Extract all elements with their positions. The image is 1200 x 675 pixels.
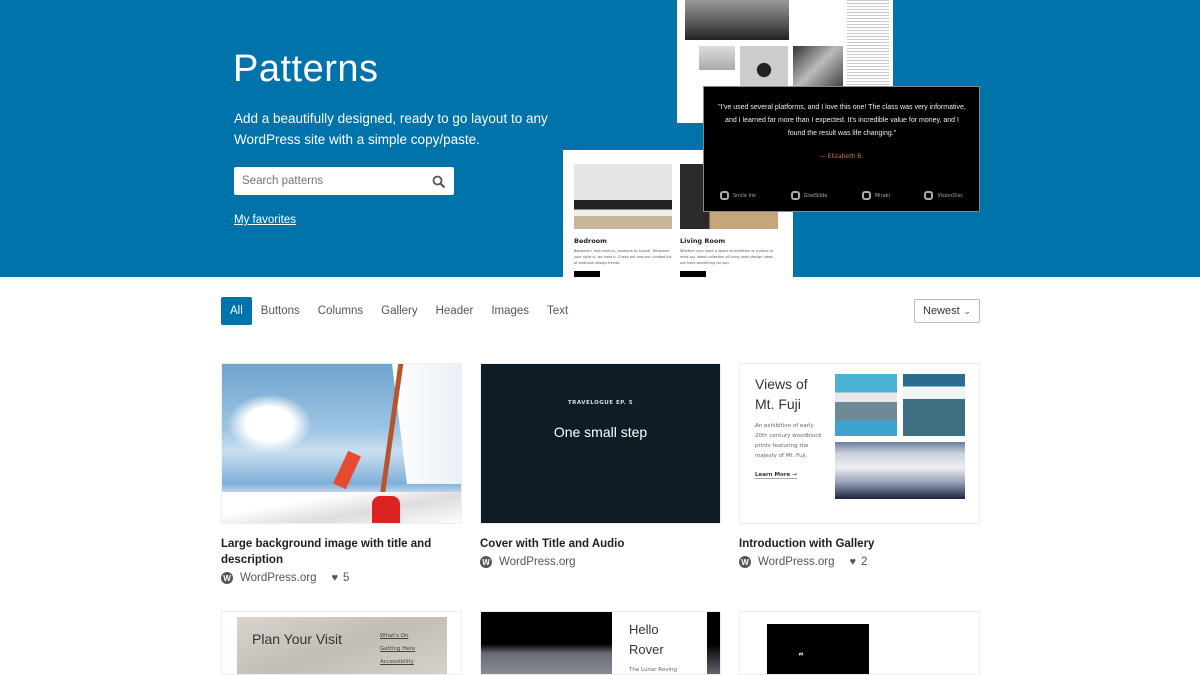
pattern-thumbnail[interactable]: Plan Your Visit What's On Getting Here A… (221, 611, 462, 675)
chevron-down-icon: ⌄ (963, 305, 971, 316)
hero-description: Add a beautifully designed, ready to go … (234, 111, 548, 147)
fuji-print-image (903, 374, 965, 436)
wordpress-icon: W (739, 556, 751, 568)
logo-icon (861, 191, 871, 200)
pattern-thumbnail[interactable] (221, 363, 462, 524)
pattern-thumbnail[interactable]: TRAVELOGUE EP. 5 One small step (480, 363, 721, 524)
cover-eyebrow: TRAVELOGUE EP. 5 (567, 400, 634, 406)
filter-header[interactable]: Header (427, 297, 483, 325)
pattern-card[interactable]: Hello Rover The Lunar Roving (480, 611, 721, 675)
pattern-title[interactable]: Introduction with Gallery (739, 536, 980, 552)
sort-selected-value: Newest (923, 305, 960, 317)
like-count: 2 (861, 556, 868, 568)
pattern-title[interactable]: Cover with Title and Audio (480, 536, 721, 552)
my-favorites-link[interactable]: My favorites (234, 214, 296, 226)
room-description: Whether your want a space to entertain o… (680, 249, 774, 265)
filter-text[interactable]: Text (538, 297, 577, 325)
visit-link: Accessibility (380, 659, 414, 665)
filter-images[interactable]: Images (482, 297, 538, 325)
pattern-author: WordPress.org (499, 556, 576, 568)
wordpress-icon: W (221, 572, 233, 584)
visit-link: What's On (380, 633, 409, 639)
quote-mark: “ (798, 652, 804, 662)
pattern-card[interactable]: “ (739, 611, 980, 675)
pattern-card[interactable]: Views of Mt. Fuji An exhibition of early… (739, 363, 980, 568)
cloud-shape (227, 394, 312, 454)
sail-shape (392, 364, 461, 484)
pattern-author: WordPress.org (240, 572, 317, 584)
pattern-card[interactable]: Large background image with title and de… (221, 363, 462, 584)
fuji-print-image (835, 374, 897, 436)
pattern-card[interactable]: Plan Your Visit What's On Getting Here A… (221, 611, 462, 675)
pattern-author: WordPress.org (758, 556, 835, 568)
pattern-thumbnail[interactable]: “ (739, 611, 980, 675)
logo-icon (790, 191, 800, 200)
client-logos: Smile Ink GladSlide Miraki VisionDisc (720, 191, 963, 200)
client-logo: Miraki (861, 191, 890, 200)
gallery-heading: Views of Mt. Fuji (755, 376, 808, 412)
testimonial-quote: "I've used several platforms, and I love… (718, 104, 966, 137)
lunar-image (707, 612, 720, 674)
search-box (234, 167, 454, 195)
gallery-text: An exhibition of early 20th century wood… (755, 423, 822, 459)
page-title: Patterns (233, 48, 379, 90)
bedroom-image (574, 164, 672, 229)
client-logo: GladSlide (790, 191, 828, 200)
pattern-thumbnail[interactable]: Hello Rover The Lunar Roving (480, 611, 721, 675)
quote-block (767, 624, 869, 674)
logo-label: Smile Ink (733, 192, 757, 199)
testimonial-author: — Elizabeth B. (819, 153, 864, 160)
pattern-meta: W WordPress.org ♥ 5 (221, 572, 462, 584)
filter-gallery[interactable]: Gallery (372, 297, 426, 325)
visit-links: What's On Getting Here Accessibility (380, 630, 415, 669)
lunar-rover-image (481, 612, 612, 674)
client-logo: VisionDisc (924, 191, 963, 200)
logo-label: Miraki (874, 192, 890, 199)
preview-photo (793, 46, 843, 86)
pattern-card[interactable]: TRAVELOGUE EP. 5 One small step Cover wi… (480, 363, 721, 568)
heart-icon[interactable]: ♥ (331, 572, 338, 584)
search-input[interactable] (242, 175, 432, 187)
pattern-thumbnail[interactable]: Views of Mt. Fuji An exhibition of early… (739, 363, 980, 524)
preview-photo (685, 0, 789, 40)
logo-icon (924, 191, 934, 200)
hero-banner: Patterns Add a beautifully designed, rea… (0, 0, 1200, 277)
room-button (680, 271, 706, 277)
filter-all[interactable]: All (221, 297, 252, 325)
preview-photo (699, 46, 735, 70)
filter-buttons[interactable]: Buttons (252, 297, 309, 325)
room-button (574, 271, 600, 277)
preview-testimonial-pattern: "I've used several platforms, and I love… (703, 86, 980, 212)
pattern-title[interactable]: Large background image with title and de… (221, 536, 462, 568)
logo-icon (720, 191, 729, 200)
fuji-print-image (835, 442, 965, 499)
room-title: Living Room (680, 237, 726, 245)
search-icon[interactable] (432, 174, 446, 189)
visit-heading: Plan Your Visit (252, 631, 343, 647)
wordpress-icon: W (480, 556, 492, 568)
flag-shape (333, 450, 361, 490)
client-logo: Smile Ink (720, 191, 756, 200)
logo-label: GladSlide (803, 192, 828, 199)
like-count: 5 (343, 572, 350, 584)
preview-room-card: Bedroom Bohemian, mid-century, boutique … (574, 164, 672, 277)
rover-heading: Hello Rover (629, 622, 664, 657)
filter-columns[interactable]: Columns (309, 297, 372, 325)
pattern-meta: W WordPress.org (480, 556, 721, 568)
sort-select[interactable]: Newest ⌄ (914, 299, 980, 323)
heart-icon[interactable]: ♥ (849, 556, 856, 568)
logo-label: VisionDisc (937, 192, 963, 199)
visit-link: Getting Here (380, 646, 416, 652)
room-title: Bedroom (574, 237, 607, 245)
boom-shape (222, 492, 461, 523)
cover-heading: One small step (553, 424, 648, 440)
preview-text-block (847, 0, 889, 86)
rover-text: The Lunar Roving (629, 667, 677, 673)
room-description: Bohemian, mid-century, boutique to Scand… (574, 249, 672, 265)
pattern-meta: W WordPress.org ♥ 2 (739, 556, 980, 568)
sailor-shape (372, 496, 400, 523)
learn-more-link: Learn More → (755, 472, 797, 479)
category-filters: All Buttons Columns Gallery Header Image… (221, 297, 577, 325)
preview-photo (740, 46, 788, 86)
